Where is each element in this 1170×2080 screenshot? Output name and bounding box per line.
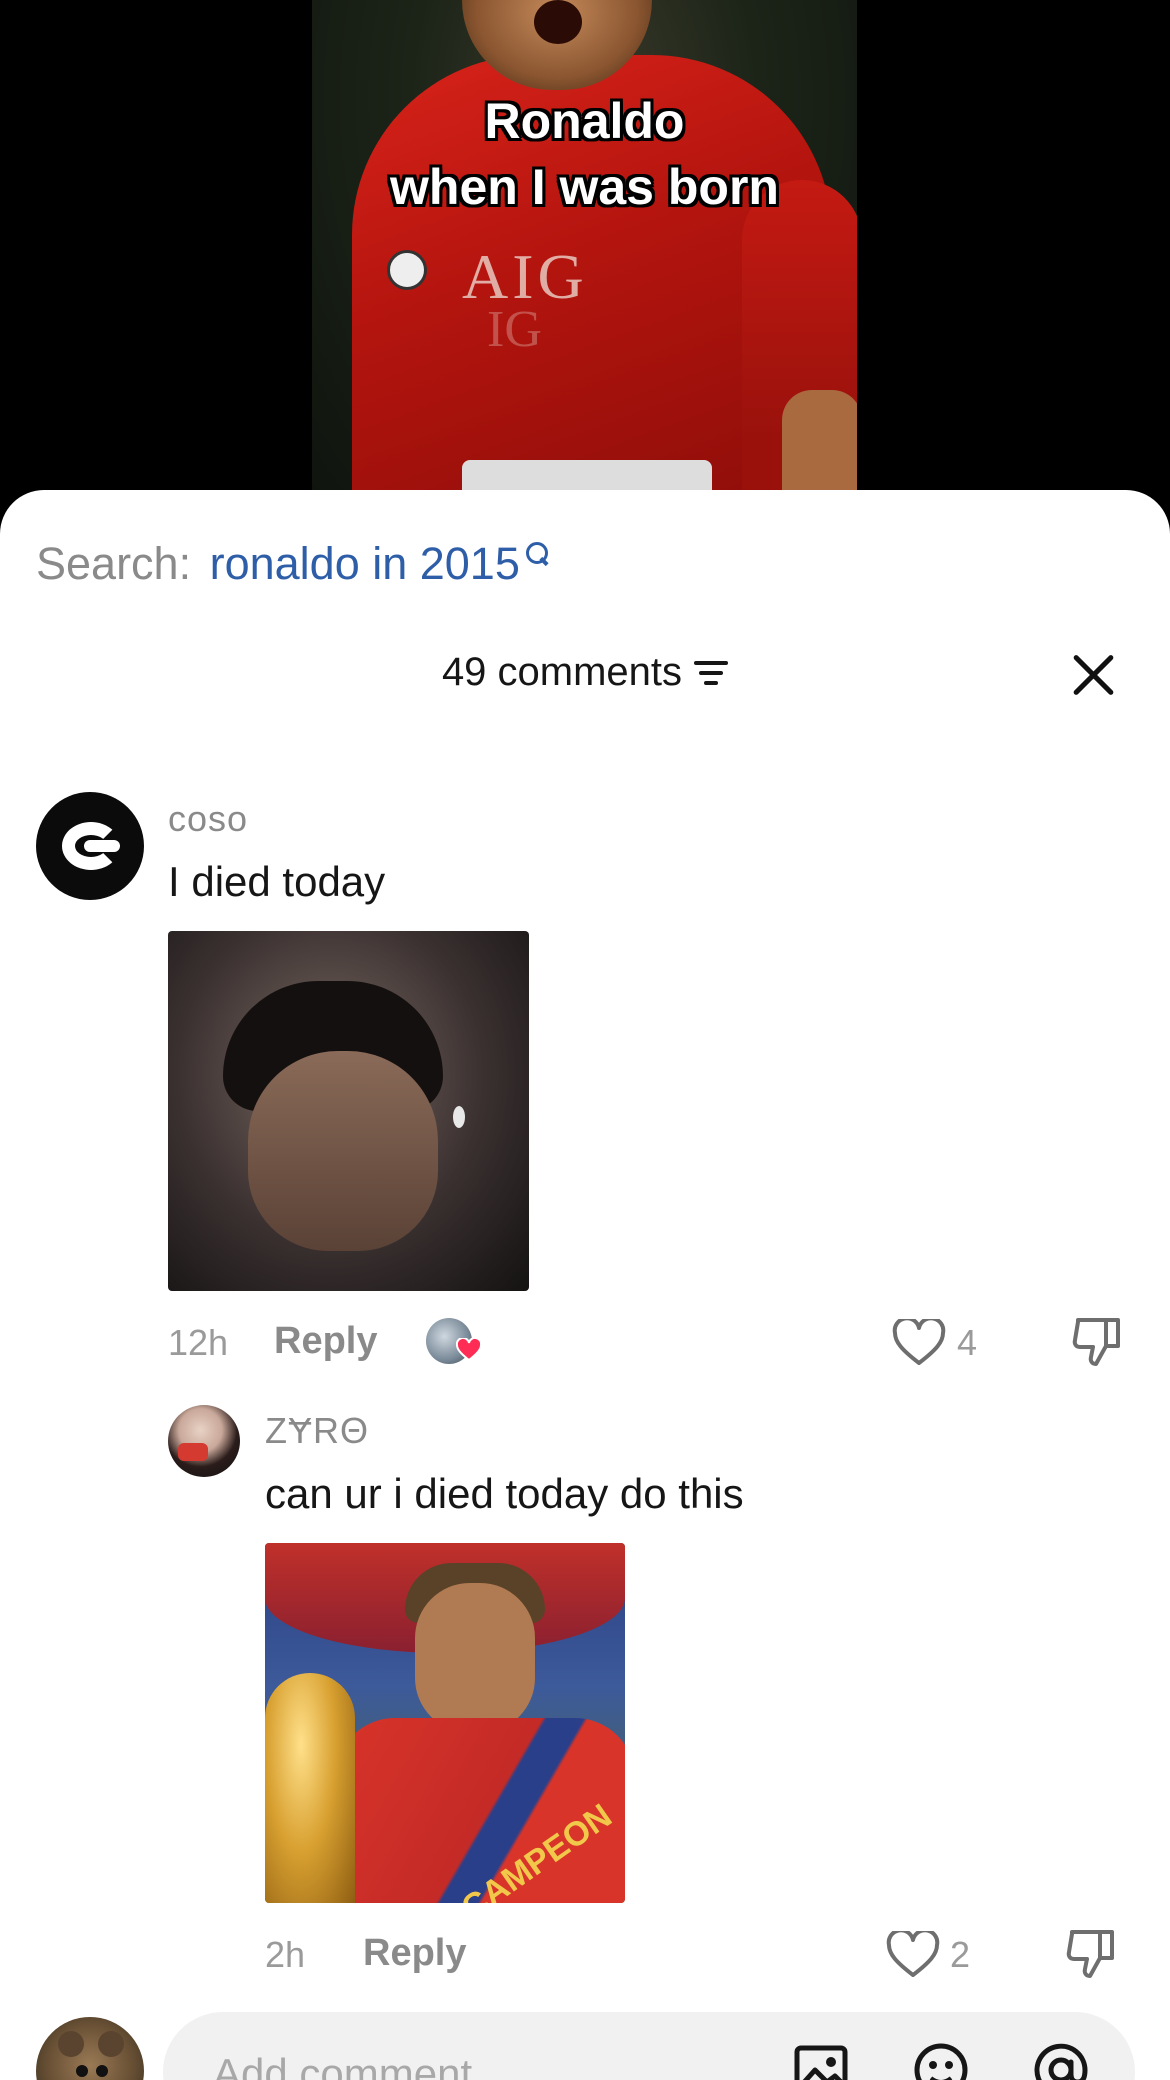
football-badge-icon bbox=[387, 250, 427, 290]
comment-input-placeholder: Add comment... bbox=[213, 2050, 508, 2080]
image-icon[interactable] bbox=[791, 2040, 851, 2080]
comments-header: 49 comments bbox=[0, 650, 1170, 695]
dislike-icon[interactable] bbox=[1064, 1926, 1120, 1982]
my-avatar bbox=[36, 2017, 144, 2080]
mention-icon[interactable] bbox=[1031, 2040, 1091, 2080]
search-icon bbox=[524, 538, 548, 568]
search-prefix: Search: bbox=[36, 538, 192, 589]
video-caption-line1: Ronaldo bbox=[484, 93, 685, 149]
comment-image[interactable] bbox=[168, 931, 529, 1291]
comment-image[interactable]: CAMPEON bbox=[265, 1543, 625, 1903]
video-caption: Ronaldo when I was born bbox=[312, 88, 857, 220]
comment-timestamp: 12h bbox=[168, 1322, 229, 1363]
avatar[interactable] bbox=[168, 1405, 240, 1477]
dislike-icon[interactable] bbox=[1070, 1314, 1126, 1370]
video-preview[interactable]: AIG IG Ronaldo when I was born bbox=[0, 0, 1170, 500]
search-suggestion[interactable]: Search: ronaldo in 2015 bbox=[36, 538, 548, 590]
player-forearm bbox=[782, 390, 857, 500]
comments-count-label: 49 comments bbox=[441, 650, 683, 694]
like-heart-icon[interactable] bbox=[886, 1931, 940, 1979]
like-count: 4 bbox=[957, 1322, 978, 1363]
avatar[interactable] bbox=[36, 792, 144, 900]
like-heart-icon[interactable] bbox=[892, 1319, 946, 1367]
comment-text: I died today bbox=[168, 858, 386, 905]
reply-button[interactable]: Reply bbox=[363, 1932, 466, 1975]
comments-count-button[interactable]: 49 comments bbox=[441, 650, 729, 695]
comment-input[interactable]: Add comment... bbox=[163, 2012, 1135, 2080]
sort-filter-icon[interactable] bbox=[694, 659, 729, 687]
search-query-link[interactable]: ronaldo in 2015 bbox=[210, 538, 520, 589]
comment-timestamp: 2h bbox=[265, 1934, 306, 1975]
video-caption-line2: when I was born bbox=[390, 159, 779, 215]
creator-heart-icon bbox=[456, 1338, 482, 1362]
comment-username[interactable]: ZɎRΘ bbox=[265, 1410, 369, 1452]
close-icon[interactable] bbox=[1068, 650, 1118, 700]
comment-text: can ur i died today do this bbox=[265, 1470, 744, 1517]
comments-sheet: Search: ronaldo in 2015 49 comments coso… bbox=[0, 490, 1170, 2080]
comment-username[interactable]: coso bbox=[168, 798, 248, 840]
emoji-icon[interactable] bbox=[911, 2040, 971, 2080]
like-count: 2 bbox=[950, 1934, 971, 1975]
shirt-sponsor-shadow-text: IG bbox=[487, 301, 542, 358]
reply-button[interactable]: Reply bbox=[274, 1320, 377, 1363]
video-frame: AIG IG bbox=[312, 0, 857, 500]
